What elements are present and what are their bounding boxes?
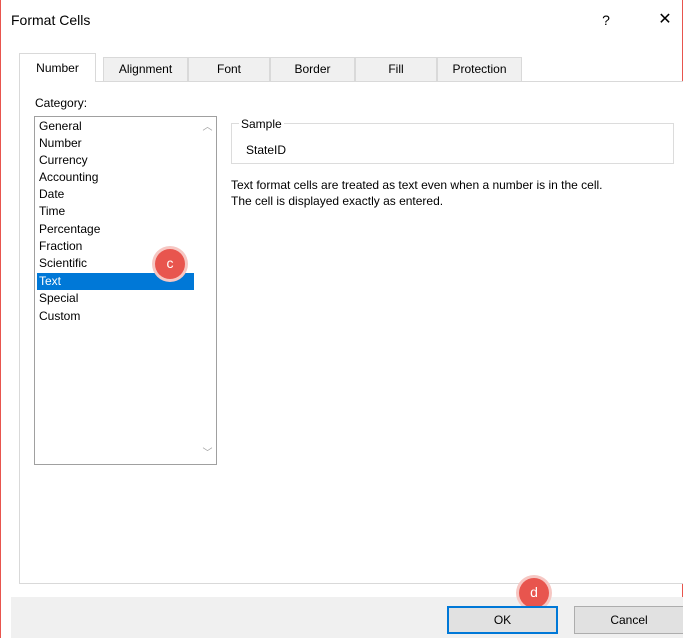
category-item-currency[interactable]: Currency [37,152,194,169]
tab-fill[interactable]: Fill [355,57,437,81]
category-label: Category: [35,96,88,110]
step-marker-d: d [519,578,549,608]
category-item-time[interactable]: Time [37,203,194,220]
chevron-up-icon[interactable]: ︿ [199,119,216,136]
close-button[interactable]: ✕ [649,6,681,34]
tab-number[interactable]: Number [19,53,96,82]
tab-border[interactable]: Border [270,57,355,81]
tab-protection[interactable]: Protection [437,57,522,81]
category-listbox[interactable]: General Number Currency Accounting Date … [34,116,217,465]
help-button[interactable]: ? [591,6,621,34]
category-item-number[interactable]: Number [37,135,194,152]
sample-value: StateID [246,143,287,157]
category-item-custom[interactable]: Custom [37,308,194,325]
ok-button[interactable]: OK [447,606,558,634]
cancel-button[interactable]: Cancel [574,606,683,634]
tab-font[interactable]: Font [188,57,270,81]
sample-groupbox [231,123,674,164]
chevron-down-icon[interactable]: ﹀ [199,445,216,462]
format-description: Text format cells are treated as text ev… [231,177,671,209]
category-item-percentage[interactable]: Percentage [37,221,194,238]
format-cells-dialog: Format Cells ? ✕ Number Alignment Font B… [0,0,683,638]
tab-alignment[interactable]: Alignment [103,57,188,81]
description-line-1: Text format cells are treated as text ev… [231,178,603,192]
category-scrollbar[interactable]: ︿ ﹀ [199,117,216,464]
description-line-2: The cell is displayed exactly as entered… [231,194,444,208]
category-item-special[interactable]: Special [37,290,194,307]
category-item-accounting[interactable]: Accounting [37,169,194,186]
dialog-title: Format Cells [11,12,91,28]
step-marker-c: c [155,249,185,279]
category-item-date[interactable]: Date [37,186,194,203]
sample-label: Sample [239,117,284,131]
category-item-general[interactable]: General [37,118,194,135]
